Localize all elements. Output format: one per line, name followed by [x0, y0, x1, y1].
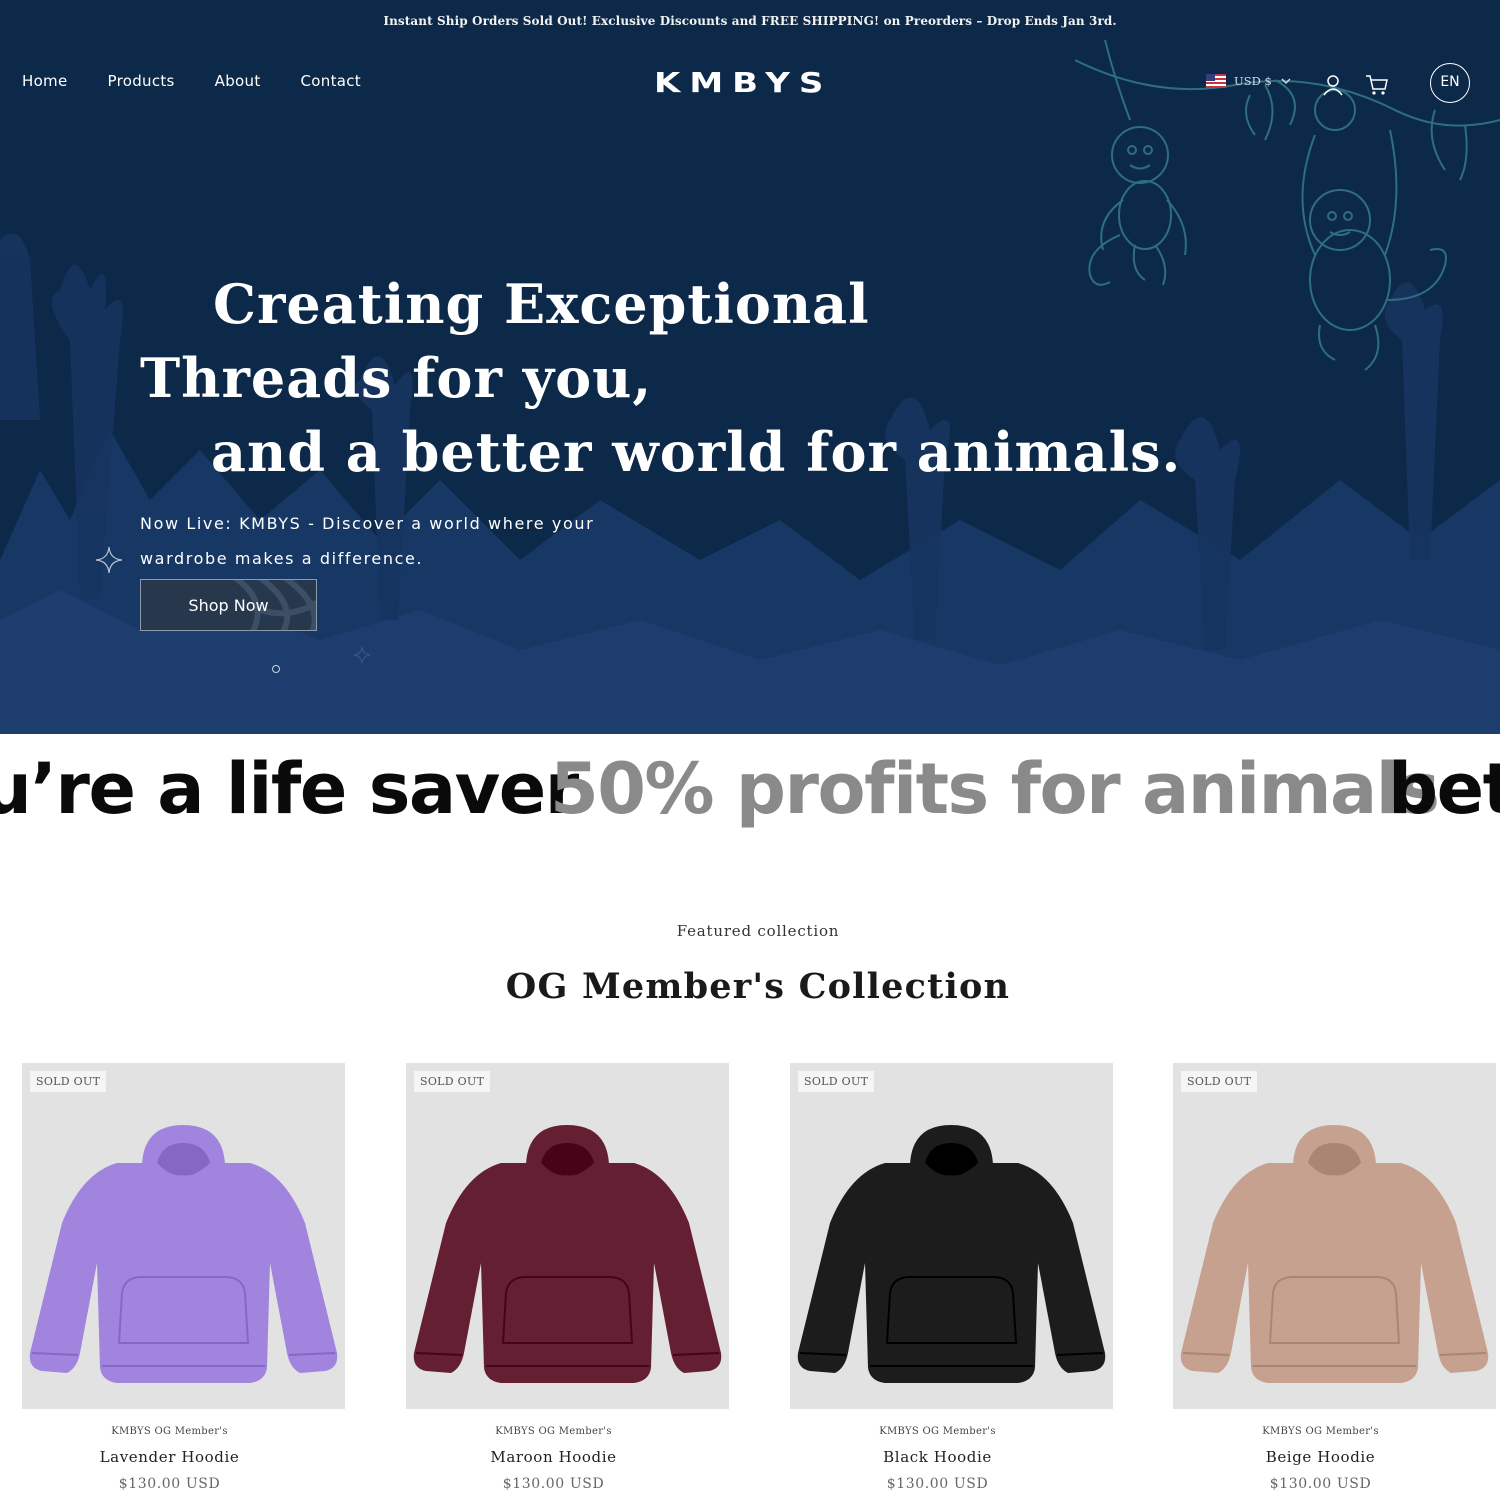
product-vendor: KMBYS OG Member's [879, 1426, 996, 1437]
product-price: $130.00 USD [502, 1476, 605, 1492]
slide-indicator-dot[interactable] [272, 665, 280, 673]
hero-title-line-3: and a better world for animals. [211, 420, 1182, 484]
hero-banner: Instant Ship Orders Sold Out! Exclusive … [0, 0, 1500, 734]
hoodie-body [29, 1163, 338, 1383]
cart-icon[interactable] [1365, 73, 1389, 97]
featured-collection-label: Featured collection [676, 922, 840, 940]
currency-label: USD $ [1234, 74, 1272, 88]
product-vendor: KMBYS OG Member's [1262, 1426, 1379, 1437]
nav-products[interactable]: Products [108, 72, 175, 90]
sold-out-badge: SOLD OUT [798, 1071, 875, 1092]
scrolling-marquee: u’re a life saver 50% profits for animal… [0, 734, 1500, 844]
sparkle-icon [95, 546, 123, 574]
marquee-item-1: u’re a life saver [0, 748, 579, 830]
hoodie-image [29, 1125, 338, 1383]
currency-selector[interactable]: USD $ [1206, 74, 1292, 88]
shop-now-label: Shop Now [188, 595, 269, 615]
product-meta: KMBYS OG Member's Maroon Hoodie $130.00 … [392, 1426, 715, 1492]
product-price: $130.00 USD [886, 1476, 989, 1492]
product-name[interactable]: Black Hoodie [776, 1448, 1099, 1466]
hoodie-image [413, 1125, 722, 1383]
nav-contact[interactable]: Contact [301, 72, 361, 90]
product-meta: KMBYS OG Member's Lavender Hoodie $130.0… [8, 1426, 331, 1492]
product-image[interactable]: SOLD OUT [406, 1063, 729, 1409]
user-icon[interactable] [1321, 73, 1345, 97]
product-price: $130.00 USD [118, 1476, 221, 1492]
hero-subtitle: Now Live: KMBYS - Discover a world where… [140, 506, 660, 576]
product-image[interactable]: SOLD OUT [1173, 1063, 1496, 1409]
product-card[interactable]: SOLD OUT KMBYS OG Member's Maroon Hoodie… [406, 1063, 729, 1492]
hero-title-line-2: Threads for you, [140, 346, 653, 410]
product-vendor: KMBYS OG Member's [495, 1426, 612, 1437]
hero-title-line-1: Creating Exceptional [213, 272, 870, 336]
product-card[interactable]: SOLD OUT KMBYS OG Member's Lavender Hood… [22, 1063, 345, 1492]
product-price: $130.00 USD [1269, 1476, 1372, 1492]
nav-home[interactable]: Home [22, 72, 68, 90]
sold-out-badge: SOLD OUT [30, 1071, 107, 1092]
shop-now-button[interactable]: Shop Now [140, 579, 317, 631]
announcement-bar[interactable]: Instant Ship Orders Sold Out! Exclusive … [0, 14, 1500, 28]
hoodie-body [413, 1163, 722, 1383]
product-image[interactable]: SOLD OUT [22, 1063, 345, 1409]
product-meta: KMBYS OG Member's Black Hoodie $130.00 U… [776, 1426, 1099, 1492]
main-nav: Home Products About Contact [22, 72, 361, 90]
site-logo[interactable]: KMBYS [654, 66, 849, 100]
hoodie-image [1180, 1125, 1489, 1383]
language-selector[interactable]: EN [1430, 63, 1470, 103]
product-name[interactable]: Beige Hoodie [1159, 1448, 1482, 1466]
featured-collection-title: OG Member's Collection [505, 966, 1011, 1007]
marquee-item-2: 50% profits for animals [550, 748, 1440, 830]
product-card[interactable]: SOLD OUT KMBYS OG Member's Beige Hoodie … [1173, 1063, 1496, 1492]
sparkle-icon [353, 646, 371, 664]
marquee-item-3: bett [1388, 748, 1500, 830]
product-name[interactable]: Lavender Hoodie [8, 1448, 331, 1466]
hero-subtitle-line-2: wardrobe makes a difference. [140, 549, 424, 568]
sold-out-badge: SOLD OUT [1181, 1071, 1258, 1092]
product-vendor: KMBYS OG Member's [111, 1426, 228, 1437]
hoodie-image [797, 1125, 1106, 1383]
product-name[interactable]: Maroon Hoodie [392, 1448, 715, 1466]
hoodie-body [797, 1163, 1106, 1383]
product-card[interactable]: SOLD OUT KMBYS OG Member's Black Hoodie … [790, 1063, 1113, 1492]
product-image[interactable]: SOLD OUT [790, 1063, 1113, 1409]
product-meta: KMBYS OG Member's Beige Hoodie $130.00 U… [1159, 1426, 1482, 1492]
nav-about[interactable]: About [215, 72, 261, 90]
hoodie-body [1180, 1163, 1489, 1383]
us-flag-icon [1206, 74, 1226, 88]
sold-out-badge: SOLD OUT [414, 1071, 491, 1092]
hero-subtitle-line-1: Now Live: KMBYS - Discover a world where… [140, 514, 595, 533]
chevron-down-icon [1281, 78, 1291, 84]
